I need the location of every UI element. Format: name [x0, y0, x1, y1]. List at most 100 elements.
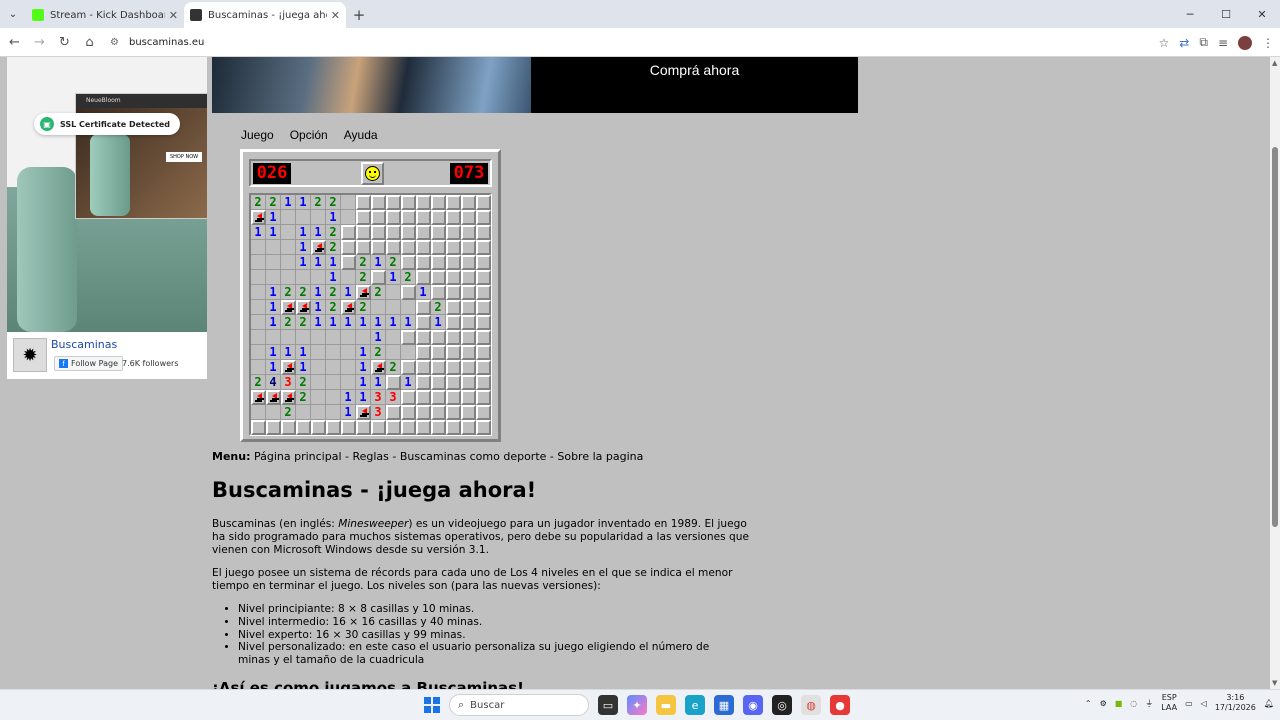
hidden-cell[interactable]	[386, 240, 401, 255]
hidden-cell[interactable]	[386, 375, 401, 390]
hidden-cell[interactable]	[401, 195, 416, 210]
hidden-cell[interactable]	[341, 240, 356, 255]
number-cell[interactable]: 2	[296, 315, 311, 330]
menu-juego[interactable]: Juego	[241, 128, 274, 142]
hidden-cell[interactable]	[461, 255, 476, 270]
hidden-cell[interactable]	[416, 195, 431, 210]
hidden-cell[interactable]	[446, 195, 461, 210]
store-icon[interactable]: ▦	[714, 695, 734, 715]
opened-cell[interactable]	[326, 405, 341, 420]
number-cell[interactable]: 2	[296, 390, 311, 405]
input-language[interactable]: ESP LAA	[1161, 693, 1177, 713]
hidden-cell[interactable]	[416, 360, 431, 375]
number-cell[interactable]: 1	[341, 390, 356, 405]
extensions-puzzle-icon[interactable]: ⧉	[1199, 35, 1208, 50]
menu-ayuda[interactable]: Ayuda	[344, 128, 378, 142]
number-cell[interactable]: 1	[266, 210, 281, 225]
reload-icon[interactable]: ↻	[52, 35, 77, 50]
number-cell[interactable]: 1	[401, 375, 416, 390]
site-info-icon[interactable]: ⚙	[110, 37, 119, 48]
hidden-cell[interactable]	[431, 345, 446, 360]
number-cell[interactable]: 3	[386, 390, 401, 405]
hidden-cell[interactable]	[356, 195, 371, 210]
opened-cell[interactable]	[326, 360, 341, 375]
number-cell[interactable]: 1	[386, 315, 401, 330]
nvidia-icon[interactable]: ■	[1115, 699, 1123, 708]
number-cell[interactable]: 1	[371, 315, 386, 330]
number-cell[interactable]: 1	[266, 345, 281, 360]
hidden-cell[interactable]	[401, 390, 416, 405]
hidden-cell[interactable]	[296, 420, 311, 435]
opened-cell[interactable]	[266, 270, 281, 285]
hidden-cell[interactable]	[446, 345, 461, 360]
flag-icon[interactable]	[356, 285, 371, 300]
hidden-cell[interactable]	[476, 300, 491, 315]
hidden-cell[interactable]	[476, 285, 491, 300]
opened-cell[interactable]	[311, 330, 326, 345]
hidden-cell[interactable]	[431, 330, 446, 345]
hidden-cell[interactable]	[371, 195, 386, 210]
opened-cell[interactable]	[266, 405, 281, 420]
number-cell[interactable]: 1	[356, 315, 371, 330]
number-cell[interactable]: 1	[311, 300, 326, 315]
opened-cell[interactable]	[281, 240, 296, 255]
number-cell[interactable]: 1	[296, 255, 311, 270]
hidden-cell[interactable]	[416, 390, 431, 405]
hidden-cell[interactable]	[461, 375, 476, 390]
number-cell[interactable]: 1	[296, 195, 311, 210]
hidden-cell[interactable]	[431, 285, 446, 300]
red-app-icon[interactable]: ●	[830, 695, 850, 715]
hidden-cell[interactable]	[416, 225, 431, 240]
hidden-cell[interactable]	[476, 360, 491, 375]
hidden-cell[interactable]	[446, 240, 461, 255]
opened-cell[interactable]	[281, 270, 296, 285]
opened-cell[interactable]	[251, 330, 266, 345]
number-cell[interactable]: 1	[341, 285, 356, 300]
hidden-cell[interactable]	[446, 300, 461, 315]
opened-cell[interactable]	[311, 360, 326, 375]
hidden-cell[interactable]	[446, 285, 461, 300]
address-bar[interactable]: ⚙ buscaminas.eu	[104, 32, 1144, 53]
opened-cell[interactable]	[311, 345, 326, 360]
hidden-cell[interactable]	[461, 315, 476, 330]
number-cell[interactable]: 1	[371, 255, 386, 270]
menu-opcion[interactable]: Opción	[290, 128, 328, 142]
number-cell[interactable]: 2	[311, 195, 326, 210]
hidden-cell[interactable]	[461, 405, 476, 420]
hidden-cell[interactable]	[401, 405, 416, 420]
tab-buscaminas[interactable]: Buscaminas - ¡juega ahora! ✕	[184, 2, 346, 28]
close-tab-icon[interactable]: ✕	[169, 9, 178, 22]
hidden-cell[interactable]	[386, 195, 401, 210]
ad-shop-button[interactable]: SHOP NOW	[166, 152, 203, 162]
opened-cell[interactable]	[341, 330, 356, 345]
number-cell[interactable]: 2	[371, 345, 386, 360]
flag-icon[interactable]	[371, 360, 386, 375]
minimize-icon[interactable]: ─	[1172, 0, 1208, 28]
number-cell[interactable]: 1	[326, 315, 341, 330]
number-cell[interactable]: 1	[266, 315, 281, 330]
display-icon[interactable]: ▭	[1185, 699, 1193, 708]
hidden-cell[interactable]	[401, 285, 416, 300]
hidden-cell[interactable]	[386, 420, 401, 435]
scrollbar-thumb[interactable]	[1272, 147, 1278, 527]
hidden-cell[interactable]	[401, 240, 416, 255]
notification-icon[interactable]: 🔔︎	[1264, 699, 1274, 708]
hidden-cell[interactable]	[326, 420, 341, 435]
hidden-cell[interactable]	[341, 255, 356, 270]
opened-cell[interactable]	[341, 345, 356, 360]
number-cell[interactable]: 2	[356, 255, 371, 270]
opened-cell[interactable]	[326, 375, 341, 390]
chrome-icon[interactable]: ◍	[801, 695, 821, 715]
maximize-icon[interactable]: ☐	[1208, 0, 1244, 28]
hidden-cell[interactable]	[461, 270, 476, 285]
number-cell[interactable]: 1	[266, 360, 281, 375]
number-cell[interactable]: 1	[266, 225, 281, 240]
flag-icon[interactable]	[266, 390, 281, 405]
opened-cell[interactable]	[356, 330, 371, 345]
hidden-cell[interactable]	[431, 420, 446, 435]
flag-icon[interactable]	[251, 390, 266, 405]
hidden-cell[interactable]	[356, 210, 371, 225]
hidden-cell[interactable]	[476, 420, 491, 435]
number-cell[interactable]: 2	[326, 285, 341, 300]
tab-kick-dashboard[interactable]: Stream - Kick Dashboard ✕	[26, 2, 184, 28]
